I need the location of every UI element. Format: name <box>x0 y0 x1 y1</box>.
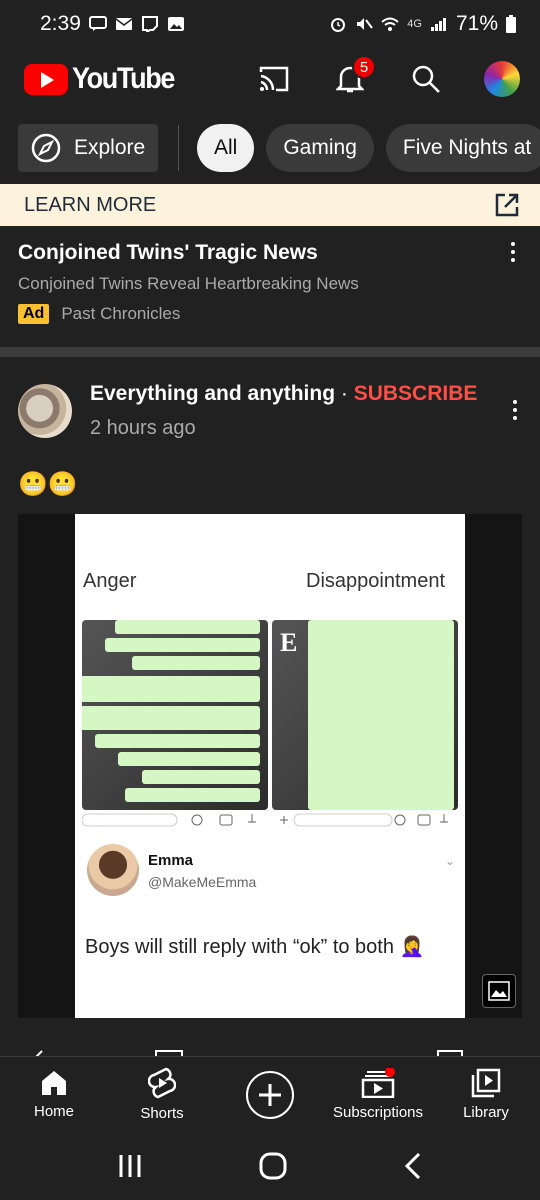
chat-screenshot-disappointment: E <box>272 620 458 810</box>
chat-input-bar-right <box>272 812 458 828</box>
explore-chip[interactable]: Explore <box>18 124 158 172</box>
back-icon[interactable] <box>403 1152 423 1180</box>
meme-label-disappointment: Disappointment <box>306 570 445 592</box>
filter-chips: Explore All Gaming Five Nights at <box>0 124 540 172</box>
nav-create[interactable] <box>216 1057 324 1132</box>
bottom-navigation: Home Shorts Subscriptions Library <box>0 1056 540 1132</box>
battery-percent: 71% <box>455 12 498 35</box>
status-bar: 2:39 4G 71% <box>0 0 540 48</box>
status-time: 2:39 <box>40 12 81 35</box>
youtube-wordmark: YouTube <box>72 62 175 95</box>
ad-learn-more-banner[interactable]: LEARN MORE <box>0 184 540 226</box>
library-icon <box>471 1068 501 1098</box>
nav-library-label: Library <box>463 1104 509 1121</box>
ad-more-options-icon[interactable] <box>511 242 517 262</box>
notification-badge: 5 <box>352 55 376 79</box>
youtube-logo[interactable]: YouTube <box>24 62 185 96</box>
nav-home-label: Home <box>33 1103 74 1120</box>
gallery-icon <box>167 17 184 31</box>
shorts-icon <box>148 1067 176 1099</box>
chip-all[interactable]: All <box>197 124 255 172</box>
mute-icon <box>357 18 374 30</box>
ad-advertiser: Past Chronicles <box>61 304 181 323</box>
cast-button[interactable] <box>256 61 292 97</box>
subscribe-button[interactable]: SUBSCRIBE <box>354 382 478 405</box>
external-link-icon <box>495 193 519 217</box>
message-icon <box>88 16 107 31</box>
ad-info[interactable]: Conjoined Twins' Tragic News Conjoined T… <box>0 238 540 324</box>
search-button[interactable] <box>408 61 444 97</box>
tweet: Emma @MakeMeEmma ⌄ Boys will still reply… <box>75 844 465 1018</box>
subscriptions-icon <box>361 1068 395 1098</box>
nav-subscriptions[interactable]: Subscriptions <box>324 1057 432 1132</box>
learn-more-label: LEARN MORE <box>24 193 157 216</box>
account-avatar[interactable] <box>484 61 520 97</box>
channel-avatar[interactable] <box>18 384 72 438</box>
ad-subtitle: Conjoined Twins Reveal Heartbreaking New… <box>18 274 359 293</box>
post-actions-peek <box>0 1046 540 1060</box>
chevron-down-icon: ⌄ <box>444 854 455 868</box>
network-type: 4G <box>407 18 422 30</box>
ad-title: Conjoined Twins' Tragic News <box>18 241 318 264</box>
top-app-bar: YouTube 5 <box>0 48 540 110</box>
post-text: 😬😬 <box>18 471 78 498</box>
post-more-options-icon[interactable] <box>513 400 519 420</box>
image-icon <box>488 981 510 1001</box>
notifications-button[interactable]: 5 <box>332 55 376 97</box>
meme-image: Anger Disappointment E Emma @MakeMeEmma <box>75 514 465 1018</box>
twitch-icon <box>141 16 158 32</box>
post-image[interactable]: Anger Disappointment E Emma @MakeMeEmma <box>18 514 522 1018</box>
channel-name[interactable]: Everything and anything <box>90 382 335 405</box>
meme-label-anger: Anger <box>83 570 137 592</box>
ad-badge: Ad <box>18 304 50 324</box>
nav-library[interactable]: Library <box>432 1057 540 1132</box>
system-navigation-bar <box>0 1132 540 1200</box>
post-time: 2 hours ago <box>90 417 196 439</box>
home-button-icon[interactable] <box>258 1151 288 1181</box>
cast-icon <box>259 66 289 92</box>
tweet-handle: @MakeMeEmma <box>148 874 257 890</box>
chip-gaming[interactable]: Gaming <box>266 124 374 172</box>
compass-icon <box>31 133 61 163</box>
nav-shorts[interactable]: Shorts <box>108 1057 216 1132</box>
explore-label: Explore <box>74 136 146 159</box>
wifi-icon <box>381 17 399 31</box>
chip-five-nights[interactable]: Five Nights at <box>385 124 540 172</box>
nav-subscriptions-label: Subscriptions <box>332 1104 424 1121</box>
chip-divider <box>178 125 179 171</box>
view-image-button[interactable] <box>482 974 516 1008</box>
search-icon <box>412 65 440 93</box>
chat-input-bar-left <box>81 812 268 828</box>
channel-separator: · <box>335 382 354 405</box>
alarm-icon <box>331 18 346 32</box>
home-icon <box>42 1071 66 1095</box>
nav-shorts-label: Shorts <box>140 1105 184 1122</box>
tweet-text: Boys will still reply with “ok” to both … <box>85 936 425 958</box>
mail-icon <box>115 18 133 30</box>
tweet-author-name: Emma <box>148 852 194 869</box>
chat-screenshot-anger <box>82 620 268 810</box>
battery-icon <box>506 15 516 33</box>
post-header: Everything and anything · SUBSCRIBE 2 ho… <box>18 380 522 440</box>
e-logo: E <box>280 628 298 657</box>
create-icon <box>246 1070 294 1119</box>
youtube-play-icon <box>24 63 68 95</box>
nav-home[interactable]: Home <box>0 1057 108 1132</box>
tweet-avatar <box>87 844 139 896</box>
section-separator <box>0 347 540 357</box>
signal-icon <box>430 18 446 31</box>
recent-apps-icon[interactable] <box>117 1153 143 1179</box>
